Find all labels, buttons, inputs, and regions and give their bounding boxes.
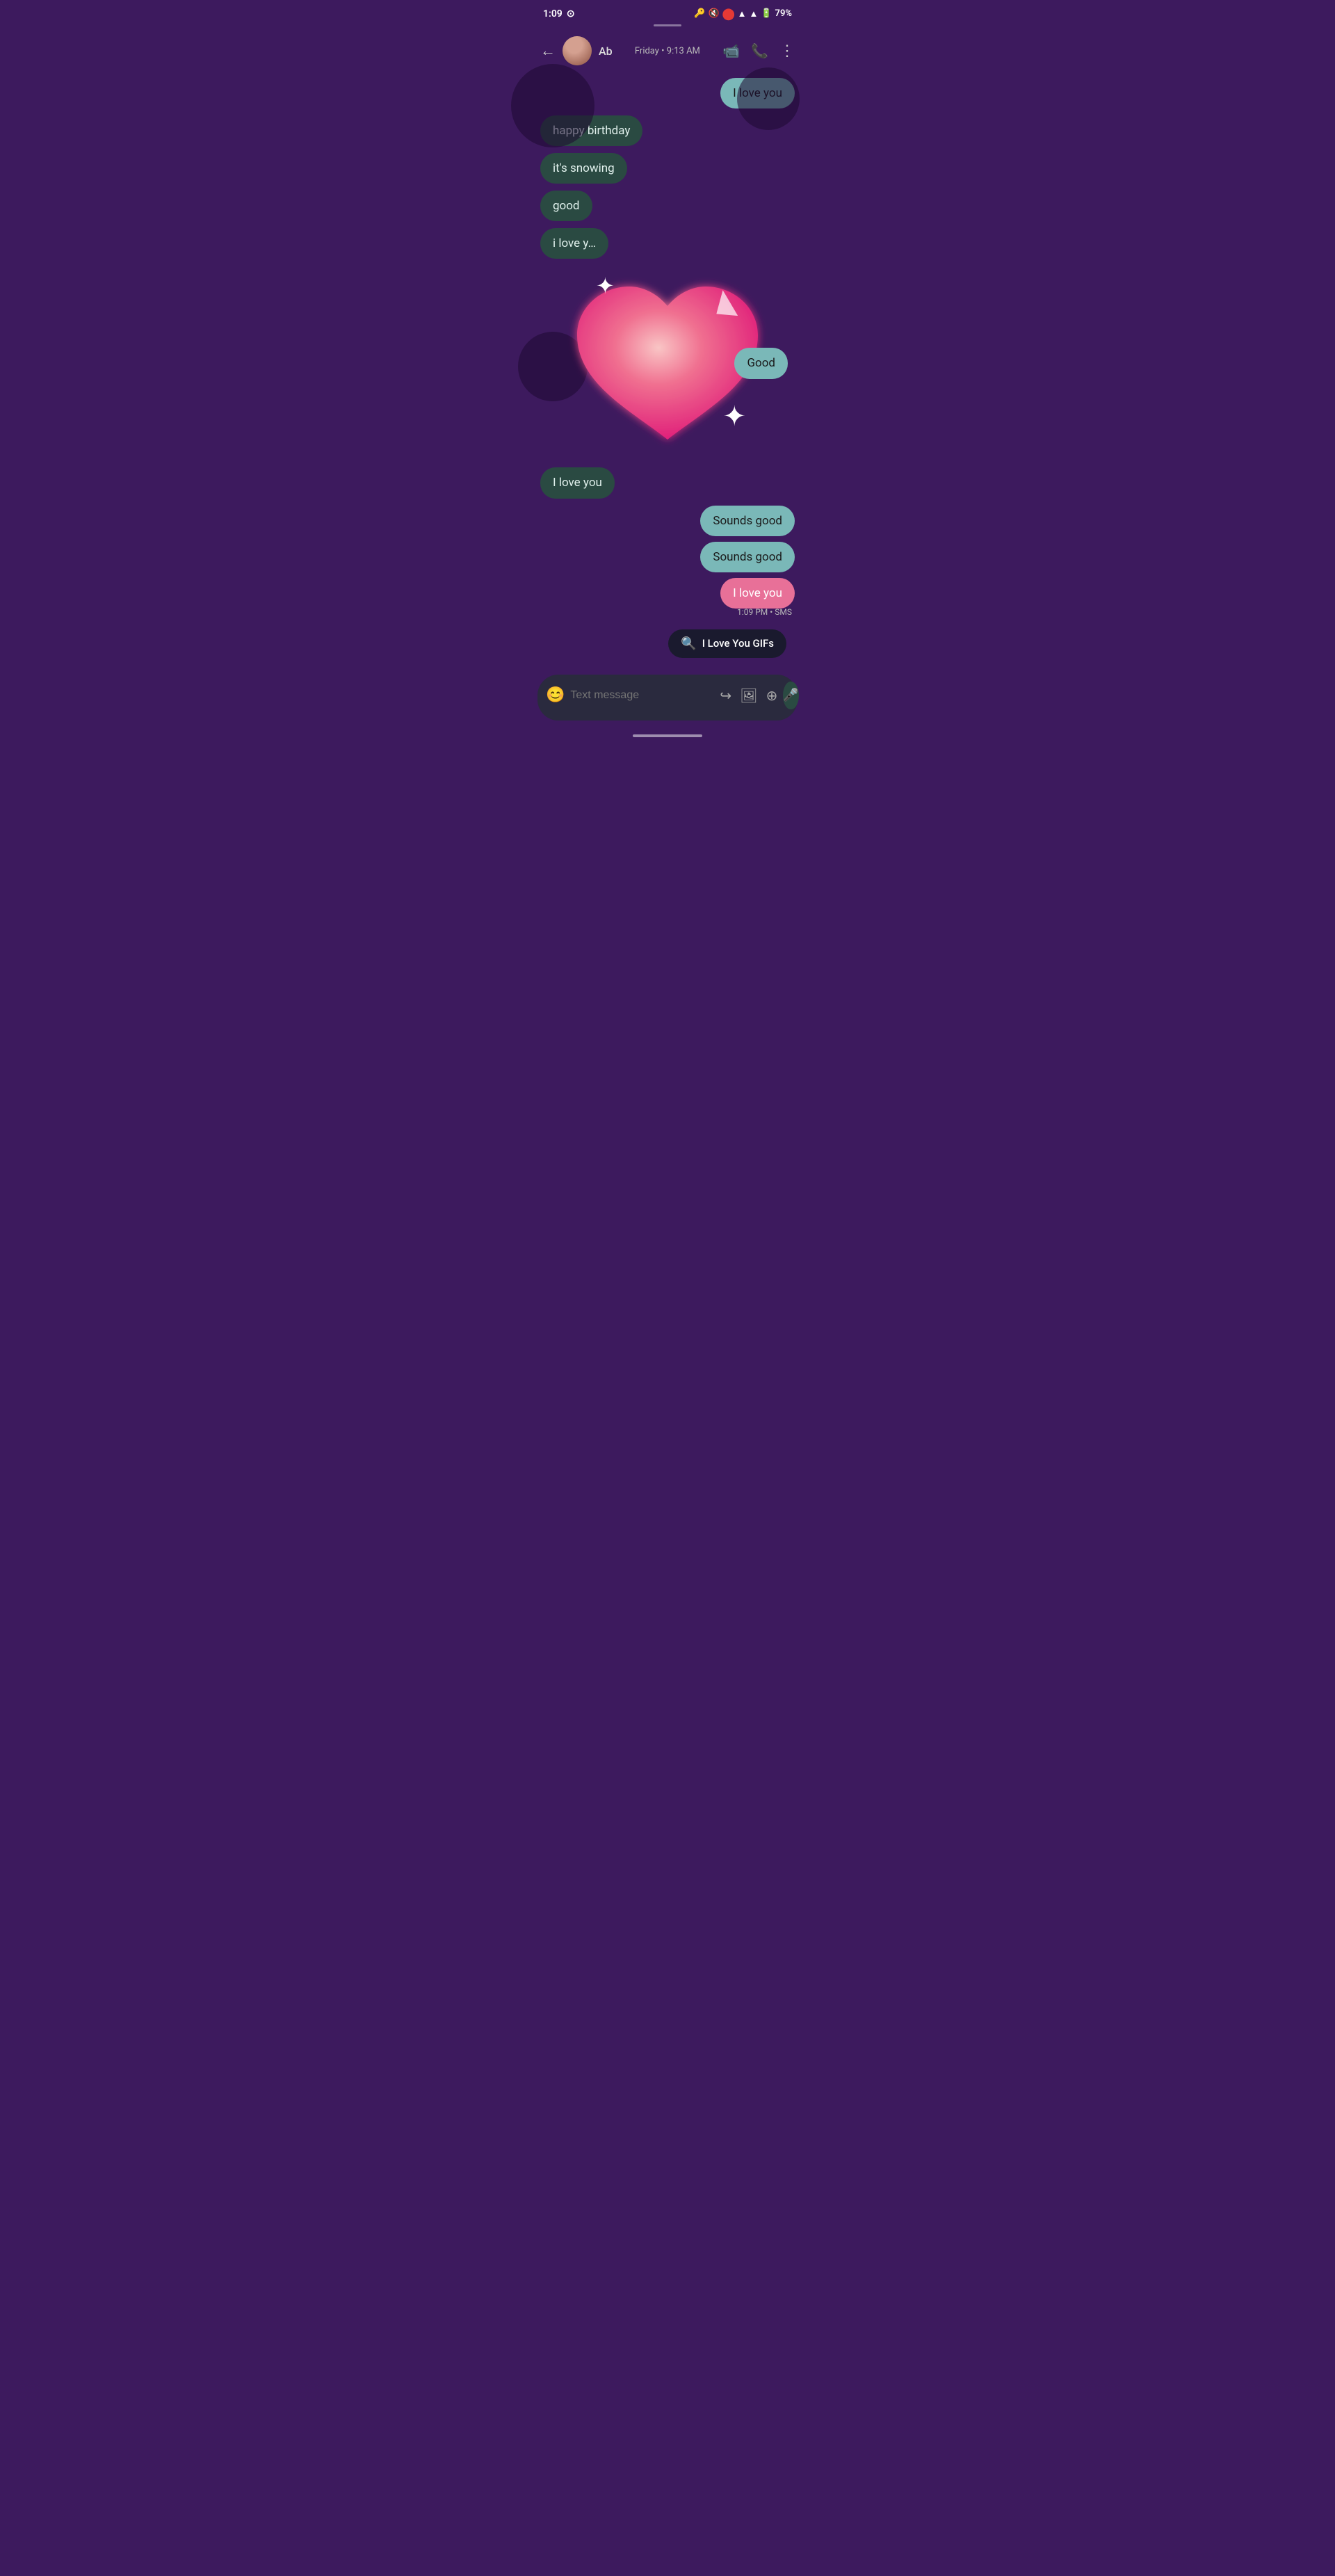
gif-bar-wrapper: 🔍 I Love You GIFs — [532, 624, 803, 669]
record-icon2: ⬤ — [722, 7, 735, 20]
add-icon[interactable]: ⊕ — [766, 687, 778, 704]
phone-call-icon[interactable]: 📞 — [751, 42, 768, 59]
status-left: 1:09 ⊙ — [543, 8, 575, 19]
messages-area: I love you happy birthday it's snowing g… — [532, 71, 803, 624]
msg-row-3: it's snowing — [540, 153, 795, 184]
back-button[interactable]: ← — [540, 42, 556, 60]
gif-bar-label: I Love You GIFs — [702, 637, 774, 650]
header: ← Ab Friday • 9:13 AM 📹 📞 ⋮ — [532, 31, 803, 71]
message-6: Good — [734, 348, 788, 378]
image-icon[interactable]: 🖼 — [740, 687, 757, 704]
heart-container: ✦ ✦ Go — [540, 252, 795, 474]
input-icons: ↪ 🖼 ⊕ — [720, 687, 777, 704]
bottom-pill — [633, 734, 702, 737]
emoji-button[interactable]: 😊 — [546, 686, 565, 704]
message-1: I love you — [720, 78, 795, 108]
record-icon: ⊙ — [567, 8, 575, 19]
microphone-icon: 🎤 — [783, 688, 798, 702]
avatar[interactable] — [563, 36, 592, 65]
wifi-icon: ▲ — [738, 8, 747, 19]
status-right: 🔑 🔇 ⬤ ▲ ▲ 🔋 79% — [694, 7, 792, 20]
message-8: Sounds good — [700, 506, 795, 536]
header-icons: 📹 📞 ⋮ — [722, 42, 795, 60]
more-options-icon[interactable]: ⋮ — [779, 42, 795, 60]
text-input[interactable] — [570, 689, 714, 702]
key-icon: 🔑 — [694, 8, 705, 19]
message-2: happy birthday — [540, 115, 642, 146]
mute-icon: 🔇 — [709, 8, 720, 19]
status-bar: 1:09 ⊙ 🔑 🔇 ⬤ ▲ ▲ 🔋 79% — [532, 0, 803, 24]
voice-button[interactable]: 🎤 — [783, 682, 798, 709]
battery-percent: 79% — [775, 8, 792, 19]
contact-name: Ab — [599, 45, 613, 58]
gif-search-bar[interactable]: 🔍 I Love You GIFs — [668, 629, 786, 658]
drag-handle — [654, 24, 681, 26]
msg-row-4: good — [540, 191, 795, 221]
video-call-icon[interactable]: 📹 — [722, 42, 740, 59]
message-4: good — [540, 191, 592, 221]
message-timestamp: 1:09 PM • SMS — [737, 607, 795, 617]
search-icon: 🔍 — [681, 636, 696, 651]
battery-icon: 🔋 — [761, 8, 772, 19]
sparkle-2: ✦ — [722, 400, 746, 433]
message-9: Sounds good — [700, 542, 795, 572]
chat-timestamp: Friday • 9:13 AM — [620, 46, 716, 56]
message-10: I love you — [720, 578, 795, 609]
msg-row-2: happy birthday — [540, 115, 795, 146]
input-area: 😊 ↪ 🖼 ⊕ 🎤 — [537, 675, 798, 721]
sparkle-1: ✦ — [596, 273, 615, 299]
signal-icon: ▲ — [749, 8, 758, 19]
time: 1:09 — [543, 8, 563, 19]
message-3: it's snowing — [540, 153, 627, 184]
msg-row-1: I love you — [540, 78, 795, 108]
suggest-icon[interactable]: ↪ — [720, 687, 731, 704]
msg-row-sent-group: Sounds good Sounds good I love you 1:09 … — [540, 506, 795, 617]
